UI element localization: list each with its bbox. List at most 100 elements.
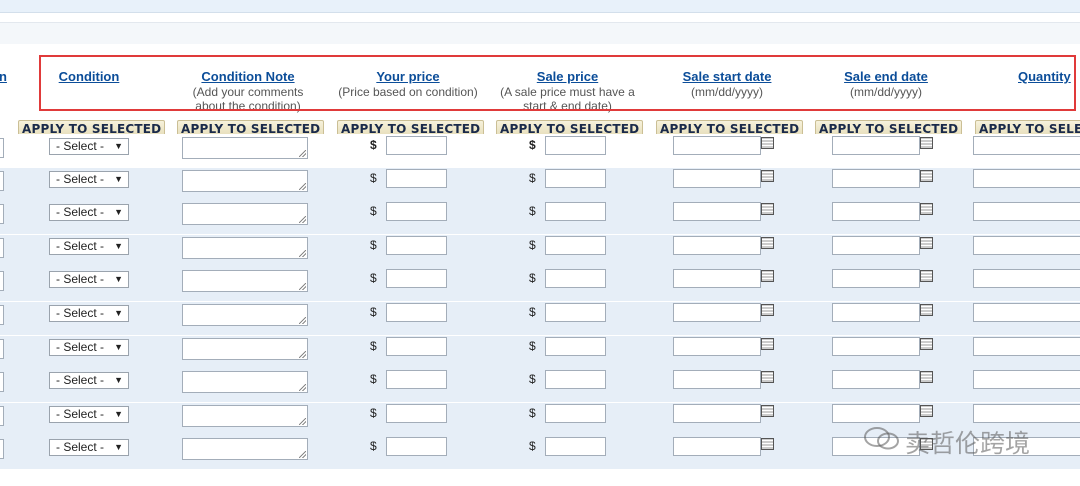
resize-grip-icon[interactable] — [299, 384, 306, 391]
sale-end-date-input[interactable] — [832, 303, 920, 322]
condition-note-textarea[interactable] — [182, 170, 308, 192]
partial-input[interactable] — [0, 339, 4, 359]
calendar-icon[interactable] — [920, 405, 933, 417]
quantity-input[interactable] — [973, 337, 1080, 356]
sale-start-date-input[interactable] — [673, 437, 761, 456]
partial-input[interactable] — [0, 138, 4, 158]
condition-note-textarea[interactable] — [182, 270, 308, 292]
sale-price-input[interactable] — [545, 303, 606, 322]
partial-input[interactable] — [0, 406, 4, 426]
sale-price-input[interactable] — [545, 337, 606, 356]
resize-grip-icon[interactable] — [299, 418, 306, 425]
sale-price-input[interactable] — [545, 236, 606, 255]
partial-input[interactable] — [0, 439, 4, 459]
calendar-icon[interactable] — [920, 371, 933, 383]
resize-grip-icon[interactable] — [299, 283, 306, 290]
condition-select[interactable]: - Select - ▼ — [49, 138, 129, 155]
condition-note-textarea[interactable] — [182, 371, 308, 393]
resize-grip-icon[interactable] — [299, 351, 306, 358]
sale-price-input[interactable] — [545, 136, 606, 155]
resize-grip-icon[interactable] — [299, 451, 306, 458]
your-price-input[interactable] — [386, 202, 447, 221]
sale-start-date-input[interactable] — [673, 370, 761, 389]
calendar-icon[interactable] — [761, 170, 774, 182]
your-price-input[interactable] — [386, 437, 447, 456]
sale-start-date-input[interactable] — [673, 337, 761, 356]
condition-note-textarea[interactable] — [182, 203, 308, 225]
sale-start-date-input[interactable] — [673, 236, 761, 255]
condition-select[interactable]: - Select - ▼ — [49, 238, 129, 255]
quantity-input[interactable] — [973, 269, 1080, 288]
quantity-input[interactable] — [973, 169, 1080, 188]
your-price-input[interactable] — [386, 169, 447, 188]
quantity-input[interactable] — [973, 404, 1080, 423]
partial-input[interactable] — [0, 271, 4, 291]
sale-end-date-input[interactable] — [832, 136, 920, 155]
calendar-icon[interactable] — [920, 237, 933, 249]
condition-note-textarea[interactable] — [182, 137, 308, 159]
sale-end-date-input[interactable] — [832, 202, 920, 221]
resize-grip-icon[interactable] — [299, 150, 306, 157]
your-price-input[interactable] — [386, 269, 447, 288]
sale-price-input[interactable] — [545, 202, 606, 221]
condition-select[interactable]: - Select - ▼ — [49, 204, 129, 221]
condition-select[interactable]: - Select - ▼ — [49, 439, 129, 456]
condition-note-textarea[interactable] — [182, 338, 308, 360]
condition-select[interactable]: - Select - ▼ — [49, 372, 129, 389]
your-price-input[interactable] — [386, 370, 447, 389]
sale-end-date-input[interactable] — [832, 269, 920, 288]
calendar-icon[interactable] — [920, 170, 933, 182]
condition-note-textarea[interactable] — [182, 438, 308, 460]
sale-end-date-input[interactable] — [832, 370, 920, 389]
partial-input[interactable] — [0, 238, 4, 258]
calendar-icon[interactable] — [920, 304, 933, 316]
partial-column-header[interactable]: n — [0, 69, 7, 85]
calendar-icon[interactable] — [761, 304, 774, 316]
sale-start-date-input[interactable] — [673, 169, 761, 188]
condition-note-textarea[interactable] — [182, 304, 308, 326]
calendar-icon[interactable] — [761, 203, 774, 215]
calendar-icon[interactable] — [761, 405, 774, 417]
sale-price-input[interactable] — [545, 437, 606, 456]
sale-start-date-input[interactable] — [673, 404, 761, 423]
sale-price-input[interactable] — [545, 370, 606, 389]
condition-select[interactable]: - Select - ▼ — [49, 271, 129, 288]
calendar-icon[interactable] — [920, 338, 933, 350]
calendar-icon[interactable] — [761, 338, 774, 350]
your-price-input[interactable] — [386, 303, 447, 322]
quantity-input[interactable] — [973, 303, 1080, 322]
sale-end-date-input[interactable] — [832, 236, 920, 255]
calendar-icon[interactable] — [761, 237, 774, 249]
calendar-icon[interactable] — [920, 270, 933, 282]
your-price-input[interactable] — [386, 404, 447, 423]
partial-input[interactable] — [0, 171, 4, 191]
condition-select[interactable]: - Select - ▼ — [49, 305, 129, 322]
calendar-icon[interactable] — [761, 137, 774, 149]
condition-select[interactable]: - Select - ▼ — [49, 406, 129, 423]
sale-price-input[interactable] — [545, 404, 606, 423]
resize-grip-icon[interactable] — [299, 183, 306, 190]
calendar-icon[interactable] — [761, 270, 774, 282]
calendar-icon[interactable] — [920, 203, 933, 215]
partial-input[interactable] — [0, 372, 4, 392]
calendar-icon[interactable] — [761, 371, 774, 383]
sale-start-date-input[interactable] — [673, 202, 761, 221]
sale-start-date-input[interactable] — [673, 269, 761, 288]
condition-select[interactable]: - Select - ▼ — [49, 171, 129, 188]
your-price-input[interactable] — [386, 337, 447, 356]
sale-end-date-input[interactable] — [832, 337, 920, 356]
your-price-input[interactable] — [386, 236, 447, 255]
sale-end-date-input[interactable] — [832, 169, 920, 188]
quantity-input[interactable] — [973, 202, 1080, 221]
condition-select[interactable]: - Select - ▼ — [49, 339, 129, 356]
condition-note-textarea[interactable] — [182, 237, 308, 259]
quantity-input[interactable] — [973, 370, 1080, 389]
partial-input[interactable] — [0, 305, 4, 325]
sale-price-input[interactable] — [545, 269, 606, 288]
sale-end-date-input[interactable] — [832, 404, 920, 423]
partial-input[interactable] — [0, 204, 4, 224]
your-price-input[interactable] — [386, 136, 447, 155]
resize-grip-icon[interactable] — [299, 250, 306, 257]
sale-start-date-input[interactable] — [673, 303, 761, 322]
quantity-input[interactable] — [973, 136, 1080, 155]
